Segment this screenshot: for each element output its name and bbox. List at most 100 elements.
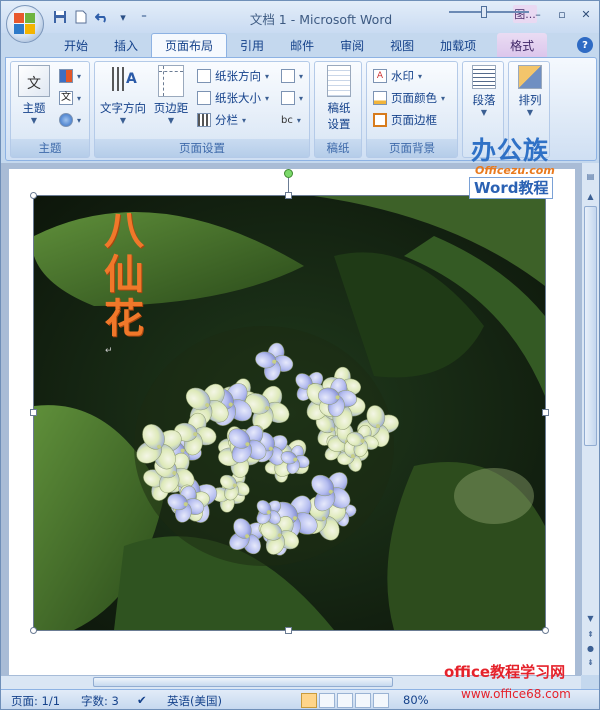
draft-paper-settings-button[interactable]: 稿纸 设置 bbox=[321, 65, 357, 132]
minimize-icon[interactable]: – bbox=[527, 5, 549, 23]
web-layout-view-icon[interactable] bbox=[337, 693, 353, 708]
tab-review[interactable]: 审阅 bbox=[327, 33, 377, 57]
customize-qat-icon[interactable]: ⁼ bbox=[135, 8, 153, 26]
group-page-setup: A 文字方向 ▼ 页边距 ▼ 纸张方向 ▾ 纸张大小 ▾ 分栏 ▾ ▾ ▾ bc… bbox=[94, 61, 310, 158]
help-icon[interactable]: ? bbox=[577, 37, 593, 53]
arrange-button[interactable]: 排列 ▼ bbox=[513, 65, 547, 117]
paragraph-button[interactable]: 段落 ▼ bbox=[467, 65, 501, 117]
resize-handle-bottom-center[interactable] bbox=[285, 627, 292, 634]
themes-button[interactable]: 文 主题 ▼ bbox=[17, 65, 51, 125]
zoom-slider-knob[interactable] bbox=[481, 6, 487, 18]
theme-effects-button[interactable]: ▾ bbox=[59, 110, 81, 130]
browse-object-icon[interactable]: ● bbox=[584, 643, 597, 655]
save-icon[interactable] bbox=[51, 8, 69, 26]
scroll-down-icon[interactable]: ▼ bbox=[584, 613, 597, 625]
tab-format[interactable]: 格式 bbox=[497, 33, 548, 57]
watermark-button[interactable]: A 水印 ▾ bbox=[373, 66, 422, 86]
resize-handle-middle-left[interactable] bbox=[30, 409, 37, 416]
zoom-slider[interactable] bbox=[449, 11, 529, 13]
tab-insert[interactable]: 插入 bbox=[101, 33, 151, 57]
page-borders-button[interactable]: 页面边框 bbox=[373, 110, 437, 130]
size-button[interactable]: 纸张大小 ▾ bbox=[197, 88, 269, 108]
resize-handle-bottom-left[interactable] bbox=[30, 627, 37, 634]
page-color-icon bbox=[373, 91, 387, 105]
chevron-down-icon: ▾ bbox=[77, 71, 82, 81]
window-title: 文档 1 - Microsoft Word bbox=[249, 12, 393, 27]
wordart-title[interactable]: 八 仙 花 bbox=[100, 209, 148, 341]
group-draft-paper: 稿纸 设置 稿纸 bbox=[314, 61, 362, 158]
restore-icon[interactable]: ▫ bbox=[551, 5, 573, 23]
site-watermark-url: www.office68.com bbox=[461, 687, 571, 701]
theme-colors-button[interactable]: ▾ bbox=[59, 66, 81, 86]
horizontal-scroll-thumb[interactable] bbox=[93, 677, 393, 687]
resize-handle-middle-right[interactable] bbox=[542, 409, 549, 416]
proofing-icon[interactable]: ✔ bbox=[137, 693, 147, 707]
undo-icon[interactable] bbox=[93, 8, 111, 26]
status-language[interactable]: 英语(美国) bbox=[167, 693, 222, 709]
chevron-down-icon: ▾ bbox=[77, 115, 82, 125]
columns-button[interactable]: 分栏 ▾ bbox=[197, 110, 246, 130]
watermark-label: 水印 bbox=[391, 69, 414, 83]
vertical-scroll-thumb[interactable] bbox=[584, 206, 597, 446]
draft-paper-label-2: 设置 bbox=[327, 117, 351, 131]
close-icon[interactable]: ✕ bbox=[575, 5, 597, 23]
margins-icon bbox=[158, 65, 184, 97]
previous-page-icon[interactable]: ⇞ bbox=[584, 629, 597, 641]
group-label-page-setup: 页面设置 bbox=[95, 139, 309, 157]
chevron-down-icon: ▼ bbox=[119, 116, 127, 125]
full-screen-reading-view-icon[interactable] bbox=[319, 693, 335, 708]
page-color-button[interactable]: 页面颜色 ▾ bbox=[373, 88, 445, 108]
line-numbers-button[interactable]: ▾ bbox=[281, 88, 303, 108]
chevron-down-icon: ▼ bbox=[526, 108, 534, 117]
page-color-label: 页面颜色 bbox=[391, 91, 437, 105]
text-direction-button[interactable]: A 文字方向 ▼ bbox=[97, 65, 149, 125]
print-layout-view-icon[interactable] bbox=[301, 693, 317, 708]
margins-button[interactable]: 页边距 ▼ bbox=[151, 65, 191, 125]
group-themes: 文 主题 ▼ ▾ 文 ▾ ▾ 主题 bbox=[10, 61, 90, 158]
next-page-icon[interactable]: ⇟ bbox=[584, 657, 597, 669]
status-word-count[interactable]: 字数: 3 bbox=[81, 693, 119, 709]
orientation-button[interactable]: 纸张方向 ▾ bbox=[197, 66, 269, 86]
themes-icon-label: 文 bbox=[27, 76, 41, 92]
themes-icon: 文 bbox=[18, 65, 50, 97]
chevron-down-icon: ▾ bbox=[77, 93, 82, 103]
hyphenation-button[interactable]: bc ▾ bbox=[281, 110, 301, 130]
view-buttons bbox=[301, 693, 389, 708]
chevron-down-icon: ▾ bbox=[299, 71, 304, 81]
undo-dropdown-icon[interactable]: ▾ bbox=[114, 8, 132, 26]
tab-add-ins[interactable]: 加载项 bbox=[427, 33, 489, 57]
resize-handle-top-left[interactable] bbox=[30, 192, 37, 199]
theme-fonts-button[interactable]: 文 ▾ bbox=[59, 88, 81, 108]
word-window: ▾ ⁼ 文档 1 - Microsoft Word 图... – ▫ ✕ 开始 … bbox=[0, 0, 600, 710]
margins-label: 页边距 bbox=[153, 101, 189, 115]
window-controls: – ▫ ✕ bbox=[527, 5, 597, 23]
tab-references[interactable]: 引用 bbox=[227, 33, 277, 57]
breaks-button[interactable]: ▾ bbox=[281, 66, 303, 86]
ribbon-tabs: 开始 插入 页面布局 引用 邮件 审阅 视图 加载项 格式 bbox=[51, 33, 548, 57]
outline-view-icon[interactable] bbox=[355, 693, 371, 708]
chevron-down-icon: ▾ bbox=[418, 71, 423, 81]
draft-view-icon[interactable] bbox=[373, 693, 389, 708]
status-page[interactable]: 页面: 1/1 bbox=[11, 693, 60, 709]
tab-view[interactable]: 视图 bbox=[377, 33, 427, 57]
tab-home[interactable]: 开始 bbox=[51, 33, 101, 57]
resize-handle-top-center[interactable] bbox=[285, 192, 292, 199]
chevron-down-icon: ▾ bbox=[265, 93, 270, 103]
group-label-themes: 主题 bbox=[11, 139, 89, 157]
paragraph-mark-icon: ↵ bbox=[105, 346, 113, 356]
group-label-page-background: 页面背景 bbox=[367, 139, 457, 157]
wordart-char: 仙 bbox=[104, 252, 144, 298]
rotate-handle[interactable] bbox=[284, 169, 293, 178]
tab-mailings[interactable]: 邮件 bbox=[277, 33, 327, 57]
office-button[interactable] bbox=[6, 5, 44, 43]
tab-page-layout[interactable]: 页面布局 bbox=[151, 33, 228, 57]
draft-paper-label-1: 稿纸 bbox=[327, 101, 351, 115]
arrange-icon bbox=[518, 65, 542, 89]
new-document-icon[interactable] bbox=[72, 8, 90, 26]
orientation-icon bbox=[197, 69, 211, 83]
chevron-down-icon: ▾ bbox=[441, 93, 446, 103]
chevron-down-icon: ▾ bbox=[296, 115, 301, 125]
resize-handle-bottom-right[interactable] bbox=[542, 627, 549, 634]
zoom-level[interactable]: 80% bbox=[403, 693, 429, 707]
text-direction-icon: A bbox=[107, 65, 139, 97]
